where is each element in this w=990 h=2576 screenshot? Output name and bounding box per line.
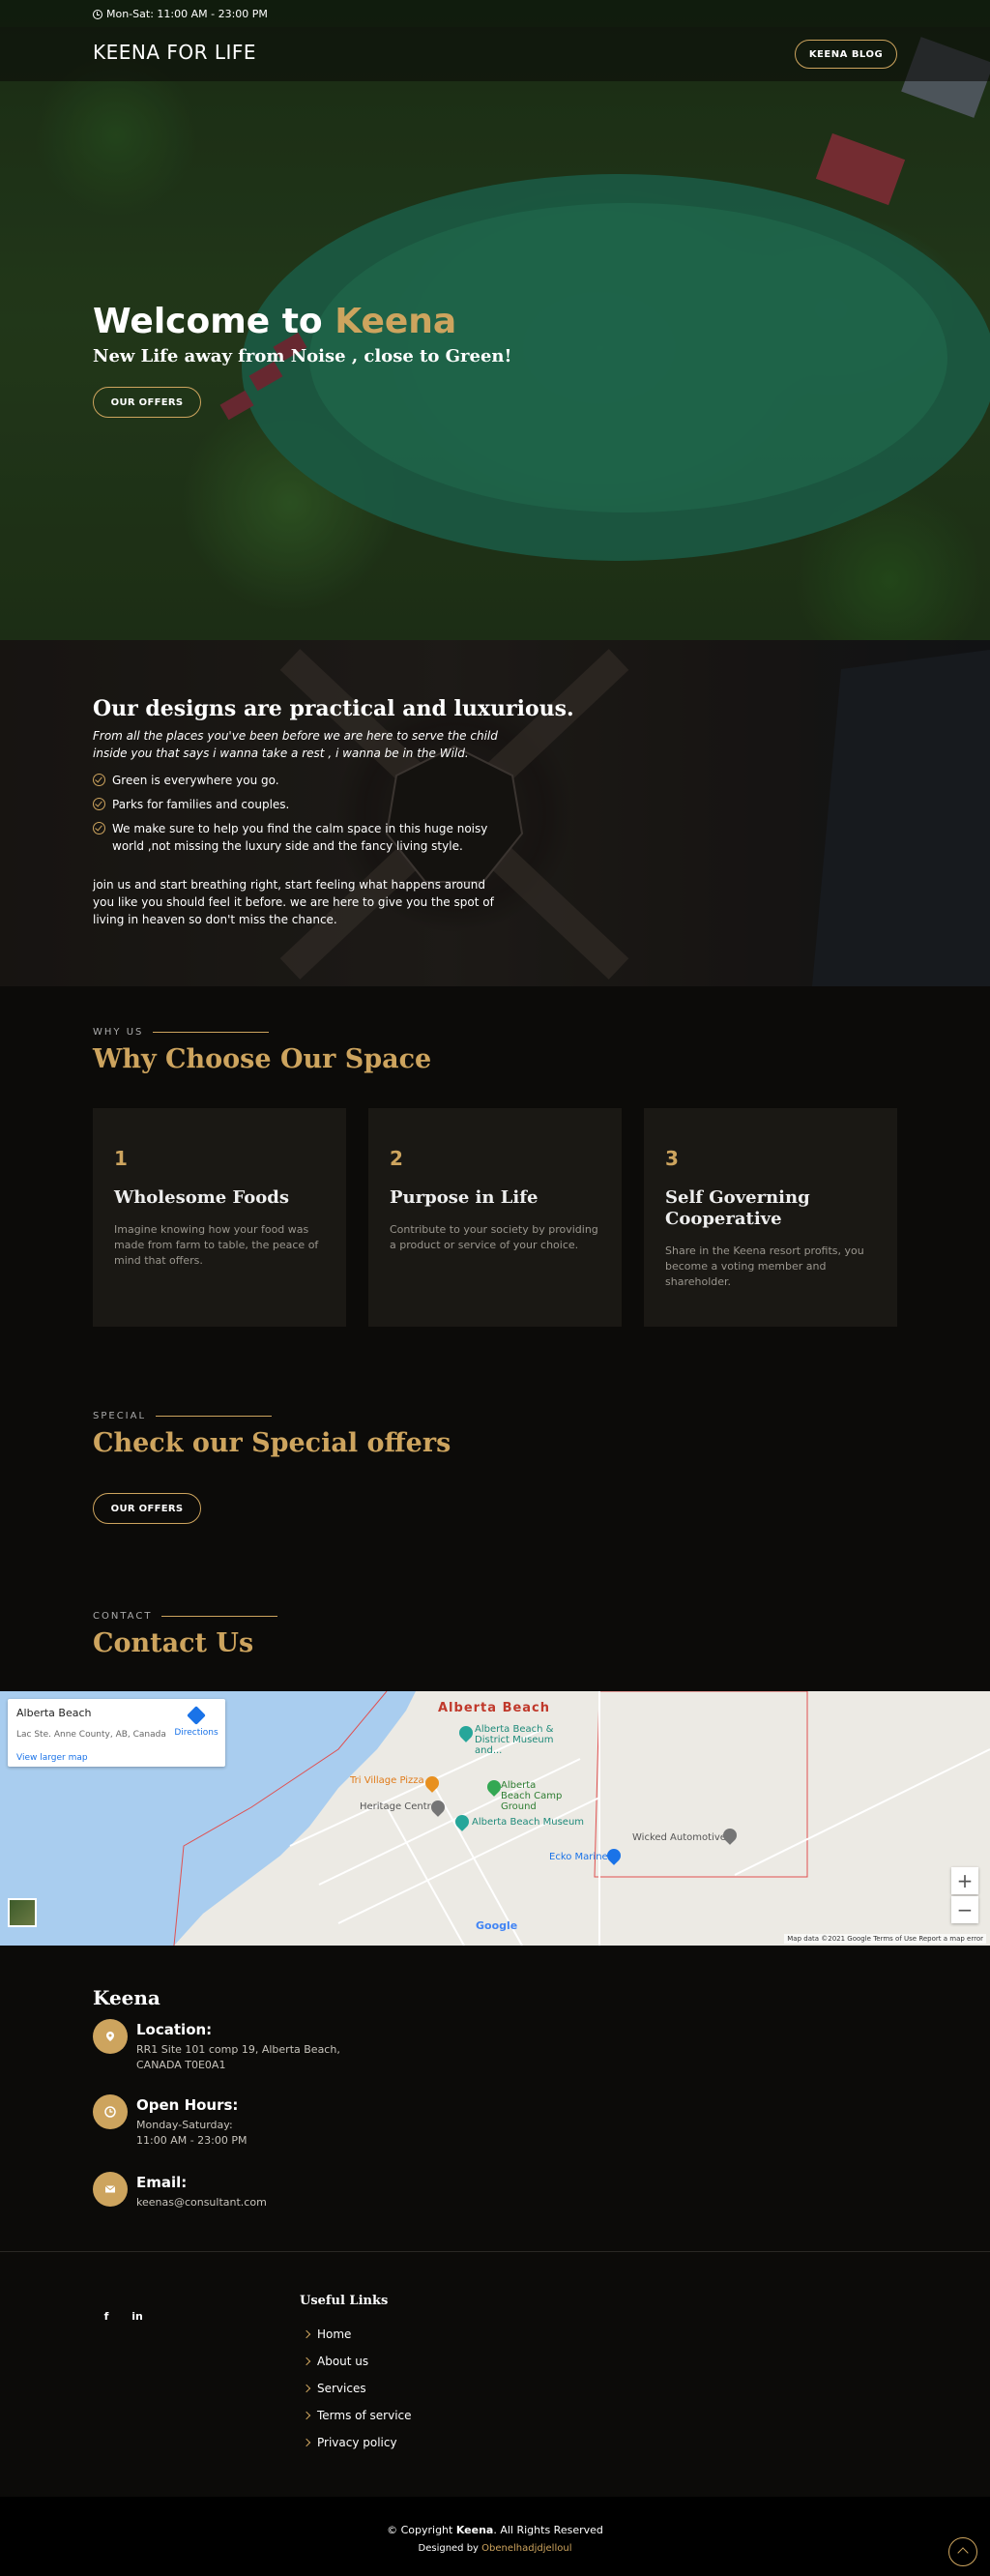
card-text: Share in the Keena resort profits, you b… <box>665 1244 864 1288</box>
email-text[interactable]: keenas@consultant.com <box>136 2195 359 2210</box>
about-intro: From all the places you've been before w… <box>93 729 498 760</box>
opening-hours-text: Mon-Sat: 11:00 AM - 23:00 PM <box>106 8 268 20</box>
why-eyebrow: WHY US <box>93 1027 269 1038</box>
map-place-address: Lac Ste. Anne County, AB, Canada <box>16 1730 166 1740</box>
map-marker-icon <box>93 2019 128 2054</box>
chevron-right-icon <box>302 2411 311 2420</box>
site-logo[interactable]: KEENA FOR LIFE <box>93 41 256 64</box>
about-section: Our designs are practical and luxurious.… <box>0 640 990 986</box>
envelope-icon <box>93 2172 128 2207</box>
why-title: Why Choose Our Space <box>93 1044 432 1074</box>
satellite-toggle[interactable] <box>8 1898 37 1927</box>
facebook-icon[interactable]: f <box>98 2310 115 2327</box>
contact-eyebrow: CONTACT <box>93 1611 277 1622</box>
footer-bottom: © Copyright Keena. All Rights Reserved D… <box>0 2497 990 2576</box>
zoom-in-button[interactable]: + <box>951 1867 978 1894</box>
special-title: Check our Special offers <box>93 1428 451 1458</box>
why-card: 2 Purpose in Life Contribute to your soc… <box>368 1108 622 1327</box>
check-circle-icon <box>93 798 105 810</box>
map-poi[interactable]: Ecko Marine <box>549 1852 608 1862</box>
location-label: Location: <box>136 2021 213 2038</box>
copyright: © Copyright Keena. All Rights Reserved <box>387 2524 603 2536</box>
map-attribution: Map data ©2021 Google Terms of Use Repor… <box>784 1934 986 1944</box>
why-card: 3 Self Governing Cooperative Share in th… <box>644 1108 897 1327</box>
hero-section: Welcome to Keena New Life away from Nois… <box>0 0 990 640</box>
chevron-right-icon <box>302 2356 311 2366</box>
special-eyebrow: SPECIAL <box>93 1411 272 1421</box>
list-item: Green is everywhere you go. <box>93 772 499 789</box>
about-heading: Our designs are practical and luxurious. <box>93 696 574 721</box>
about-outro: join us and start breathing right, start… <box>93 878 494 926</box>
view-larger-map-link[interactable]: View larger map <box>16 1753 88 1763</box>
list-item: Parks for families and couples. <box>93 796 499 813</box>
chevron-right-icon <box>302 2384 311 2393</box>
card-text: Contribute to your society by providing … <box>390 1223 598 1251</box>
map-place-name: Alberta Beach <box>16 1707 92 1719</box>
special-offers-button[interactable]: OUR OFFERS <box>93 1493 201 1524</box>
hours-info: Open Hours: Monday-Saturday: 11:00 AM - 2… <box>93 2094 480 2152</box>
designer-link[interactable]: Obenelhadjdjelloul <box>481 2543 571 2554</box>
email-label: Email: <box>136 2174 188 2191</box>
useful-links-list: Home About us Services Terms of service … <box>302 2321 412 2456</box>
card-title: Self Governing Cooperative <box>665 1187 810 1229</box>
card-number: 1 <box>114 1147 128 1170</box>
footer-link-privacy[interactable]: Privacy policy <box>302 2429 412 2456</box>
footer-link-terms[interactable]: Terms of service <box>302 2402 412 2429</box>
directions-button[interactable]: Directions <box>172 1706 220 1738</box>
card-number: 2 <box>390 1147 403 1170</box>
map-place-card: Alberta Beach Lac Ste. Anne County, AB, … <box>8 1699 225 1767</box>
hours-label: Open Hours: <box>136 2096 239 2114</box>
linkedin-icon[interactable]: in <box>129 2310 146 2327</box>
location-text: RR1 Site 101 comp 19, Alberta Beach, CANA… <box>136 2043 340 2071</box>
google-logo: Google <box>476 1919 518 1932</box>
map-poi[interactable]: Alberta Beach Camp Ground <box>501 1780 568 1812</box>
why-card: 1 Wholesome Foods Imagine knowing how yo… <box>93 1108 346 1327</box>
map-poi[interactable]: Heritage Centre <box>360 1801 437 1812</box>
card-title: Wholesome Foods <box>114 1187 290 1208</box>
footer-link-services[interactable]: Services <box>302 2375 412 2402</box>
card-title: Purpose in Life <box>390 1187 539 1208</box>
footer-divider <box>0 2251 990 2252</box>
chevron-right-icon <box>302 2438 311 2447</box>
card-number: 3 <box>665 1147 679 1170</box>
location-info: Location: RR1 Site 101 comp 19, Alberta … <box>93 2019 480 2077</box>
map-town-label: Alberta Beach <box>438 1701 551 1715</box>
chevron-right-icon <box>302 2329 311 2339</box>
why-cards: 1 Wholesome Foods Imagine knowing how yo… <box>93 1108 897 1327</box>
map-poi[interactable]: Alberta Beach & District Museum and... <box>475 1724 581 1756</box>
about-list: Green is everywhere you go. Parks for fa… <box>93 772 499 862</box>
hero-title: Welcome to Keena <box>93 302 457 341</box>
footer-link-home[interactable]: Home <box>302 2321 412 2348</box>
footer-link-about[interactable]: About us <box>302 2348 412 2375</box>
opening-hours: Mon-Sat: 11:00 AM - 23:00 PM <box>93 8 268 20</box>
hero-subtitle: New Life away from Noise , close to Gree… <box>93 346 512 366</box>
hero-title-highlight: Keena <box>335 302 457 341</box>
designed-by: Designed by Obenelhadjdjelloul <box>418 2543 572 2554</box>
hero-offers-button[interactable]: OUR OFFERS <box>93 387 201 418</box>
site-header: KEENA FOR LIFE KEENA BLOG <box>0 27 990 81</box>
email-info: Email: keenas@consultant.com <box>93 2172 480 2230</box>
blog-button[interactable]: KEENA BLOG <box>795 40 897 69</box>
clock-icon <box>93 2094 128 2129</box>
hours-text: Monday-Saturday: 11:00 AM - 23:00 PM <box>136 2119 248 2147</box>
top-bar: Mon-Sat: 11:00 AM - 23:00 PM <box>0 0 990 27</box>
back-to-top-button[interactable] <box>948 2537 977 2566</box>
list-item: We make sure to help you find the calm s… <box>93 820 499 855</box>
clock-icon <box>93 9 102 19</box>
zoom-out-button[interactable]: − <box>951 1896 978 1923</box>
contact-title: Contact Us <box>93 1628 254 1658</box>
google-map[interactable]: Alberta Beach Lac Ste. Anne County, AB, … <box>0 1691 990 1946</box>
check-circle-icon <box>93 774 105 786</box>
map-poi[interactable]: Wicked Automotive <box>632 1832 726 1843</box>
check-circle-icon <box>93 822 105 834</box>
map-poi[interactable]: Alberta Beach Museum <box>472 1817 584 1828</box>
map-poi[interactable]: Tri Village Pizza <box>350 1775 424 1786</box>
directions-icon <box>187 1706 206 1725</box>
card-text: Imagine knowing how your food was made f… <box>114 1223 319 1267</box>
info-title: Keena <box>93 1986 160 2009</box>
useful-links-title: Useful Links <box>300 2294 389 2308</box>
